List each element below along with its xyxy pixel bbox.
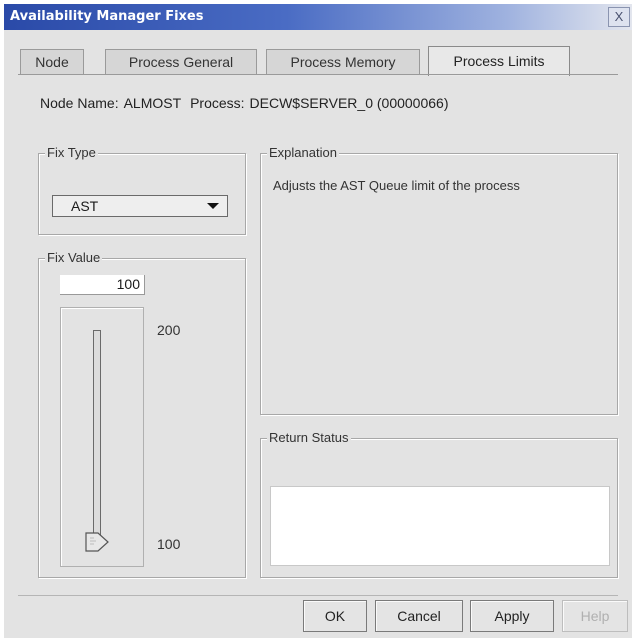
slider-frame xyxy=(60,307,144,567)
tab-node[interactable]: Node xyxy=(20,49,84,75)
explanation-legend: Explanation xyxy=(267,145,339,160)
fix-type-select[interactable]: AST xyxy=(52,195,228,217)
fix-value-legend: Fix Value xyxy=(45,250,103,265)
tab-process-limits[interactable]: Process Limits xyxy=(428,46,570,76)
tab-process-general[interactable]: Process General xyxy=(105,49,257,75)
button-bar-divider xyxy=(18,595,618,596)
fix-type-legend: Fix Type xyxy=(45,145,98,160)
fix-value-input[interactable]: 100 xyxy=(60,275,145,295)
node-name-value: ALMOST xyxy=(123,95,182,111)
process-label: Process: xyxy=(190,95,245,111)
process-value: DECW$SERVER_0 (00000066) xyxy=(249,95,449,111)
ok-button[interactable]: OK xyxy=(303,600,367,632)
cancel-button[interactable]: Cancel xyxy=(375,600,463,632)
close-button[interactable]: X xyxy=(608,7,630,27)
fix-type-selected: AST xyxy=(71,198,99,214)
tab-process-memory[interactable]: Process Memory xyxy=(266,49,420,75)
title-bar[interactable]: Availability Manager Fixes X xyxy=(4,4,632,30)
node-process-info: Node Name: ALMOST Process: DECW$SERVER_0 (… xyxy=(40,95,453,111)
fix-value-slider[interactable] xyxy=(93,330,101,540)
node-name-label: Node Name: xyxy=(40,95,119,111)
chevron-down-icon xyxy=(207,203,219,209)
return-status-output xyxy=(270,486,610,566)
close-icon: X xyxy=(614,9,624,24)
tab-panel-border xyxy=(18,74,618,75)
slider-thumb[interactable] xyxy=(84,532,110,552)
return-status-legend: Return Status xyxy=(267,430,351,445)
apply-button[interactable]: Apply xyxy=(470,600,554,632)
tab-bar: Node Process General Process Memory Proc… xyxy=(18,46,618,76)
explanation-text: Adjusts the AST Queue limit of the proce… xyxy=(273,178,520,193)
slider-max-label: 200 xyxy=(157,322,181,338)
slider-min-label: 100 xyxy=(157,536,181,552)
fix-type-group: Fix Type xyxy=(38,145,246,235)
window-title: Availability Manager Fixes xyxy=(10,9,204,24)
help-button: Help xyxy=(562,600,628,632)
